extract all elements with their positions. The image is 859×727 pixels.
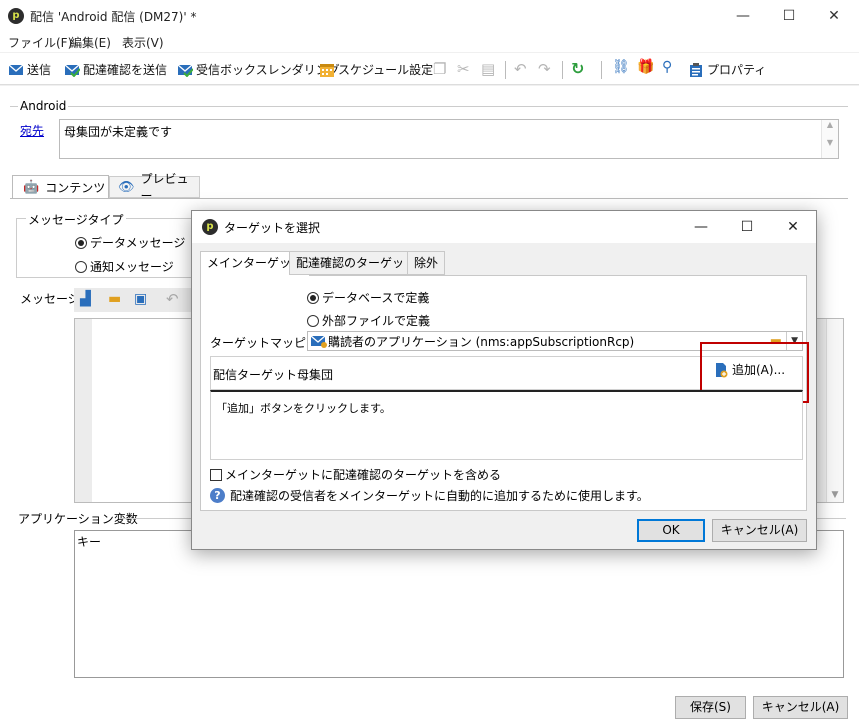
gift-icon[interactable]: 🎁 bbox=[637, 59, 654, 75]
tab-preview[interactable]: 👁 プレビュー bbox=[109, 172, 200, 203]
menu-file[interactable]: ファイル(F) bbox=[8, 34, 72, 51]
title-bar: p 配信 'Android 配信 (DM27)' * — ☐ ✕ bbox=[0, 0, 859, 32]
menu-bar: ファイル(F) 編集(E) 表示(V) bbox=[0, 32, 859, 52]
menu-edit[interactable]: 編集(E) bbox=[70, 34, 111, 51]
toolbar-separator bbox=[601, 61, 602, 79]
help-icon: ? bbox=[210, 488, 225, 503]
define-in-file-label: 外部ファイルで定義 bbox=[322, 314, 431, 328]
radio-unselected bbox=[307, 315, 319, 327]
tab-content-label: コンテンツ bbox=[45, 181, 106, 195]
paste-icon[interactable]: ▤ bbox=[481, 60, 495, 78]
include-proof-label: メインターゲットに配達確認のターゲットを含める bbox=[225, 468, 502, 482]
data-message-radio[interactable]: データメッセージ bbox=[75, 234, 185, 251]
population-hint: 「追加」ボタンをクリックします。 bbox=[216, 402, 391, 415]
message-editor-body[interactable] bbox=[92, 319, 192, 502]
close-button[interactable]: ✕ bbox=[811, 0, 857, 32]
dialog-close-button[interactable]: ✕ bbox=[770, 211, 816, 243]
target-mapping-value: 購読者のアプリケーション (nms:appSubscriptionRcp) bbox=[328, 334, 635, 349]
send-proof-label: 配達確認を送信 bbox=[83, 63, 168, 77]
data-message-label: データメッセージ bbox=[90, 236, 186, 250]
folder-open-icon[interactable]: ▬ bbox=[108, 291, 121, 307]
send-button[interactable]: 送信 bbox=[8, 61, 51, 78]
tracking-icon[interactable]: ⚲ bbox=[662, 59, 672, 75]
notification-message-radio[interactable]: 通知メッセージ bbox=[75, 258, 174, 275]
recipient-scrollbar[interactable]: ▲ ▼ bbox=[821, 120, 838, 158]
properties-label: プロパティ bbox=[707, 63, 767, 77]
define-in-database-label: データベースで定義 bbox=[322, 291, 430, 305]
calendar-icon bbox=[320, 63, 334, 77]
population-label: 配信ターゲット母集団 bbox=[213, 368, 334, 382]
link-icon[interactable]: ⛓ bbox=[612, 59, 630, 75]
envelope-check-icon bbox=[177, 64, 193, 77]
eye-icon: 👁 bbox=[118, 179, 135, 195]
save-icon[interactable]: ▣ bbox=[134, 291, 147, 307]
app-variables-table[interactable] bbox=[74, 530, 844, 678]
undo-icon[interactable]: ↶ bbox=[166, 290, 179, 308]
dialog-minimize-button[interactable]: — bbox=[678, 211, 724, 243]
radio-selected bbox=[75, 237, 87, 249]
notification-message-label: 通知メッセージ bbox=[90, 260, 174, 274]
properties-button[interactable]: プロパティ bbox=[688, 61, 766, 78]
ok-button[interactable]: OK bbox=[637, 519, 705, 542]
app-logo-icon: p bbox=[8, 8, 24, 24]
app-logo-icon: p bbox=[202, 219, 218, 235]
dialog-title-bar: p ターゲットを選択 — ☐ ✕ bbox=[192, 211, 816, 243]
app-variables-key-header: キー bbox=[77, 535, 102, 549]
undo-icon[interactable]: ↶ bbox=[514, 60, 527, 78]
save-button[interactable]: 保存(S) bbox=[675, 696, 746, 719]
message-editor-scrollbar[interactable]: ▼ bbox=[826, 319, 843, 502]
send-label: 送信 bbox=[27, 63, 52, 77]
tab-proof-target[interactable]: 配達確認のターゲット bbox=[289, 251, 424, 275]
dialog-maximize-button[interactable]: ☐ bbox=[724, 211, 770, 243]
copy-icon[interactable]: ❐ bbox=[433, 60, 446, 78]
toolbar-separator bbox=[505, 61, 506, 79]
cut-icon[interactable]: ✂ bbox=[457, 60, 470, 78]
info-text: 配達確認の受信者をメインターゲットに自動的に追加するために使用します。 bbox=[230, 489, 649, 503]
message-toolbar: ▟ ▬ ▣ ↶ bbox=[74, 288, 194, 312]
redo-icon[interactable]: ↷ bbox=[538, 60, 551, 78]
envelope-icon bbox=[8, 64, 24, 75]
new-message-icon[interactable]: ▟ bbox=[80, 291, 91, 307]
tab-exclusion[interactable]: 除外 bbox=[407, 251, 446, 275]
recipient-link[interactable]: 宛先 bbox=[20, 122, 44, 139]
checkbox-unchecked bbox=[210, 469, 222, 481]
recipient-field[interactable]: 母集団が未定義です ▲ ▼ bbox=[59, 119, 839, 159]
schedule-label: スケジュール設定 bbox=[338, 63, 434, 77]
menu-view[interactable]: 表示(V) bbox=[122, 34, 164, 51]
android-icon: 🤖 bbox=[23, 180, 40, 195]
recipient-value: 母集団が未定義です bbox=[64, 125, 173, 139]
refresh-icon[interactable]: ↻ bbox=[571, 59, 584, 78]
send-proof-button[interactable]: 配達確認を送信 bbox=[64, 61, 167, 78]
define-in-file-radio[interactable]: 外部ファイルで定義 bbox=[307, 312, 430, 329]
minimize-button[interactable]: — bbox=[720, 0, 766, 32]
info-row: ? 配達確認の受信者をメインターゲットに自動的に追加するために使用します。 bbox=[210, 487, 649, 504]
dialog-title: ターゲットを選択 bbox=[224, 221, 321, 235]
message-type-label: メッセージタイプ bbox=[26, 211, 126, 228]
radio-unselected bbox=[75, 261, 87, 273]
mapping-envelope-icon bbox=[310, 335, 327, 348]
define-in-database-radio[interactable]: データベースで定義 bbox=[307, 289, 429, 306]
window-title: 配信 'Android 配信 (DM27)' * bbox=[30, 10, 197, 24]
maximize-button[interactable]: ☐ bbox=[766, 0, 812, 32]
dialog-cancel-button[interactable]: キャンセル(A) bbox=[712, 519, 807, 542]
clipboard-icon bbox=[690, 62, 702, 77]
select-target-dialog: p ターゲットを選択 — ☐ ✕ メインターゲット 配達確認のターゲット 除外 … bbox=[191, 210, 817, 550]
envelope-check-icon bbox=[64, 64, 80, 77]
tab-content[interactable]: 🤖 コンテンツ bbox=[12, 175, 109, 199]
schedule-button[interactable]: スケジュール設定 bbox=[319, 61, 433, 78]
cancel-button[interactable]: キャンセル(A) bbox=[753, 696, 848, 719]
inbox-rendering-button[interactable]: 受信ボックスレンダリング bbox=[177, 61, 340, 78]
toolbar: 送信 配達確認を送信 受信ボックスレンダリング スケジュール設定 ❐ ✂ ▤ ↶… bbox=[0, 53, 859, 85]
android-section-label: Android bbox=[18, 99, 69, 113]
include-proof-checkbox[interactable]: メインターゲットに配達確認のターゲットを含める bbox=[210, 466, 501, 483]
tab-pane-border bbox=[10, 198, 848, 199]
toolbar-separator bbox=[562, 61, 563, 79]
radio-selected bbox=[307, 292, 319, 304]
